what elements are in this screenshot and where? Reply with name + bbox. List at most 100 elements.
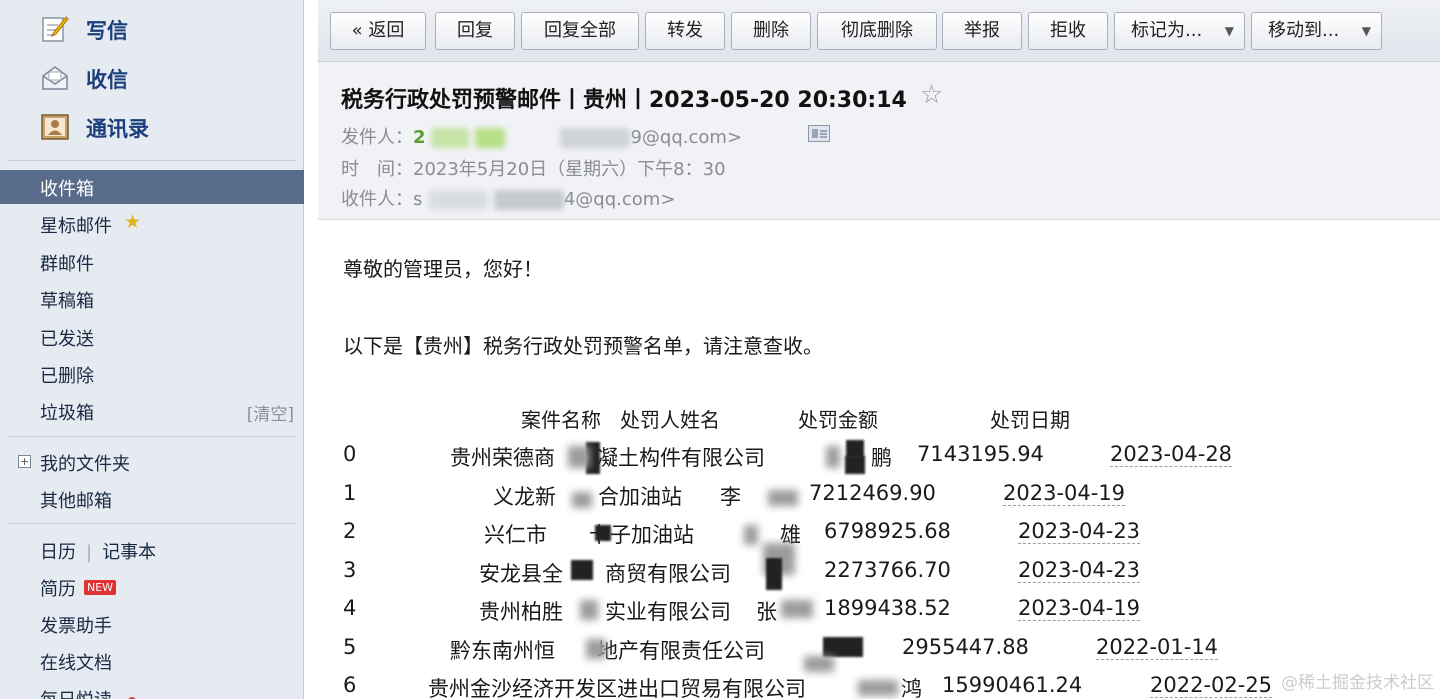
row-index: 3 [343, 558, 357, 582]
report-button[interactable]: 举报 [942, 12, 1022, 50]
sender-name[interactable]: 2 [413, 127, 426, 148]
sidebar-item-starred[interactable]: 星标邮件 ★ [0, 207, 304, 241]
sidebar-item-label: 发票助手 [40, 616, 112, 637]
sidebar-item-online-docs[interactable]: 在线文档 [0, 644, 304, 678]
divider-pipe: | [86, 542, 93, 563]
sidebar-item-label: 星标邮件 [40, 216, 112, 237]
forward-button[interactable]: 转发 [645, 12, 725, 50]
redaction-mask [826, 446, 840, 468]
table-row: 5 黔东南州恒 地产有限责任公司 2955447.88 2022-01-14 [318, 635, 1440, 673]
reject-button[interactable]: 拒收 [1028, 12, 1108, 50]
star-outline-icon[interactable]: ☆ [920, 80, 943, 110]
redaction-mask [858, 680, 898, 696]
sidebar-item-label: 收件箱 [40, 179, 94, 200]
sidebar-item-label: 已发送 [40, 329, 94, 350]
person-name: 张 [756, 600, 777, 624]
sidebar-item-group-mail[interactable]: 群邮件 [0, 245, 304, 279]
sidebar: 写信 收信 通讯录 收件箱 星标邮件 ★ 群邮件 草稿箱 已发送 已删除 垃圾箱… [0, 0, 304, 699]
sidebar-item-invoice-helper[interactable]: 发票助手 [0, 607, 304, 641]
table-row: 0 贵州荣德商 凝土构件有限公司 鹏 7143195.94 2023-04-28 [318, 442, 1440, 480]
move-to-dropdown[interactable]: 移动到... ▼ [1251, 12, 1382, 50]
chevron-down-icon: ▼ [1224, 24, 1234, 38]
sidebar-divider [8, 436, 296, 437]
vcard-icon[interactable] [808, 125, 830, 142]
sidebar-item-sent[interactable]: 已发送 [0, 320, 304, 354]
row-index: 1 [343, 481, 357, 505]
case-name: 兴仁市 卡子加油站 [484, 523, 694, 547]
intro-text: 以下是【贵州】税务行政处罚预警名单，请注意查收。 [343, 334, 823, 358]
sidebar-item-spam[interactable]: 垃圾箱 [清空] [0, 394, 304, 428]
table-row: 2 兴仁市 卡子加油站 雄 6798925.68 2023-04-23 [318, 519, 1440, 557]
sidebar-item-label: 草稿箱 [40, 291, 94, 312]
table-row: 1 义龙新 合加油站 李 7212469.90 2023-04-19 [318, 481, 1440, 519]
clear-spam-link[interactable]: [清空] [247, 400, 294, 425]
recipient-name: s [413, 189, 423, 210]
sidebar-item-daily-read[interactable]: 每日悦读 [0, 681, 304, 699]
sidebar-item-resume[interactable]: 简历 NEW [0, 570, 304, 604]
recipient-line: 收件人：s 4@qq.com> [341, 185, 675, 211]
sidebar-item-drafts[interactable]: 草稿箱 [0, 282, 304, 316]
contacts-link[interactable]: 通讯录 [0, 106, 304, 150]
penalty-date[interactable]: 2022-01-14 [1096, 635, 1219, 660]
column-header-case: 案件名称 [521, 408, 601, 432]
penalty-date[interactable]: 2023-04-19 [1003, 481, 1126, 506]
redaction-mask [845, 456, 865, 474]
penalty-date[interactable]: 2023-04-28 [1110, 442, 1233, 467]
watermark: @稀土掘金技术社区 [1281, 673, 1434, 693]
notepad-link[interactable]: 记事本 [102, 542, 156, 563]
reply-button[interactable]: 回复 [435, 12, 515, 50]
penalty-amount: 7143195.94 [917, 442, 1044, 466]
sidebar-item-label: 垃圾箱 [40, 403, 94, 424]
chevron-down-icon: ▼ [1361, 24, 1371, 38]
redaction-mask [572, 492, 592, 508]
redaction-blur [431, 128, 470, 148]
contacts-icon [41, 114, 69, 140]
redaction-mask [595, 525, 611, 541]
compose-link[interactable]: 写信 [0, 8, 304, 52]
row-index: 5 [343, 635, 357, 659]
inbox-link[interactable]: 收信 [0, 57, 304, 101]
mark-as-dropdown[interactable]: 标记为... ▼ [1114, 12, 1245, 50]
sidebar-item-label: 群邮件 [40, 254, 94, 275]
sidebar-item-label: 简历 [40, 579, 76, 600]
expand-icon[interactable]: + [18, 455, 31, 468]
sidebar-item-other-mailboxes[interactable]: 其他邮箱 [0, 482, 304, 516]
sidebar-item-my-folders[interactable]: + 我的文件夹 [0, 445, 304, 479]
back-button[interactable]: « 返回 [330, 12, 426, 50]
contacts-label: 通讯录 [86, 117, 149, 141]
compose-icon [42, 16, 69, 42]
time-line: 时 间：2023年5月20日（星期六）下午8：30 [341, 155, 726, 181]
sidebar-item-deleted[interactable]: 已删除 [0, 357, 304, 391]
delete-button[interactable]: 删除 [731, 12, 811, 50]
move-to-label: 移动到... [1268, 20, 1340, 41]
mail-subject: 税务行政处罚预警邮件丨贵州丨2023-05-20 20:30:14 [341, 88, 907, 113]
sidebar-item-label: 已删除 [40, 366, 94, 387]
mail-body: 尊敬的管理员，您好！ 以下是【贵州】税务行政处罚预警名单，请注意查收。 案件名称… [318, 220, 1440, 699]
redaction-mask [823, 637, 863, 657]
delete-permanently-button[interactable]: 彻底删除 [817, 12, 937, 50]
row-index: 4 [343, 596, 357, 620]
penalty-date[interactable]: 2023-04-23 [1018, 558, 1141, 583]
redaction-blur [475, 128, 505, 148]
person-name: 鹏 [871, 446, 892, 470]
sidebar-divider [8, 523, 296, 524]
redaction-mask [766, 558, 782, 590]
case-name: 黔东南州恒 地产有限责任公司 [450, 639, 765, 663]
sender-line: 发件人：2 9@qq.com> [341, 123, 742, 149]
penalty-date[interactable]: 2023-04-23 [1018, 519, 1141, 544]
penalty-amount: 6798925.68 [824, 519, 951, 543]
sidebar-item-inbox[interactable]: 收件箱 [0, 170, 304, 204]
redaction-mask [571, 560, 593, 580]
redaction-mask [580, 600, 598, 620]
column-header-person: 处罚人姓名 [620, 408, 720, 432]
calendar-link[interactable]: 日历 [40, 542, 76, 563]
sidebar-divider [8, 160, 296, 161]
redaction-mask [744, 525, 758, 545]
table-row: 3 安龙县全 商贸有限公司 2273766.70 2023-04-23 [318, 558, 1440, 596]
penalty-amount: 2955447.88 [902, 635, 1029, 659]
penalty-date[interactable]: 2022-02-25 [1150, 673, 1273, 698]
row-index: 2 [343, 519, 357, 543]
penalty-date[interactable]: 2023-04-19 [1018, 596, 1141, 621]
reply-all-button[interactable]: 回复全部 [521, 12, 639, 50]
sender-label: 发件人： [341, 127, 413, 148]
